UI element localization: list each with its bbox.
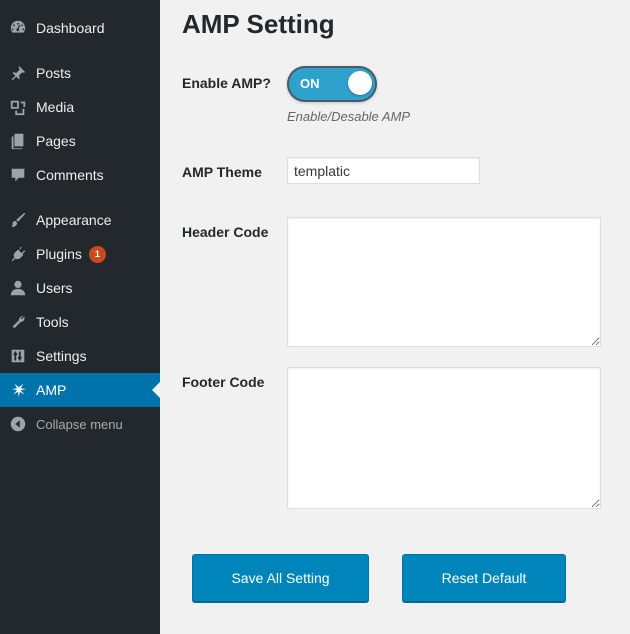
footer-code-label: Footer Code: [182, 374, 265, 390]
enable-amp-label: Enable AMP?: [182, 75, 271, 91]
toggle-knob: [348, 71, 372, 95]
amp-icon: [0, 381, 36, 399]
sidebar-item-users[interactable]: Users: [0, 271, 160, 305]
pages-icon: [0, 132, 36, 150]
sidebar-item-media[interactable]: Media: [0, 90, 160, 124]
sidebar-item-label: Users: [36, 280, 73, 296]
sidebar-item-label: Plugins: [36, 246, 82, 262]
sidebar-item-settings[interactable]: Settings: [0, 339, 160, 373]
save-all-setting-button[interactable]: Save All Setting: [192, 554, 369, 602]
update-count-badge: 1: [88, 245, 106, 263]
sidebar-item-label: Settings: [36, 348, 87, 364]
collapse-arrow-icon: [0, 415, 36, 433]
user-icon: [0, 279, 36, 297]
sidebar-item-label: AMP: [36, 382, 67, 398]
active-indicator: [152, 382, 160, 398]
page-title: AMP Setting: [182, 9, 335, 39]
sidebar-item-appearance[interactable]: Appearance: [0, 203, 160, 237]
dashboard-icon: [0, 19, 36, 37]
header-code-textarea[interactable]: [287, 217, 601, 347]
sidebar-item-comments[interactable]: Comments: [0, 158, 160, 192]
sidebar-item-plugins[interactable]: Plugins 1: [0, 237, 160, 271]
reset-default-button[interactable]: Reset Default: [402, 554, 566, 602]
comment-icon: [0, 166, 36, 184]
toggle-state-label: ON: [300, 76, 320, 91]
enable-amp-hint: Enable/Desable AMP: [287, 109, 411, 124]
footer-code-textarea[interactable]: [287, 367, 601, 509]
collapse-menu-label: Collapse menu: [36, 416, 123, 432]
amp-theme-input[interactable]: [287, 157, 480, 184]
sidebar-item-label: Pages: [36, 133, 76, 149]
plug-icon: [0, 245, 36, 263]
media-icon: [0, 98, 36, 116]
pin-icon: [0, 64, 36, 82]
wrench-icon: [0, 313, 36, 331]
sidebar-item-posts[interactable]: Posts: [0, 56, 160, 90]
sidebar-item-label: Tools: [36, 314, 69, 330]
sidebar-item-pages[interactable]: Pages: [0, 124, 160, 158]
enable-amp-toggle[interactable]: ON: [287, 66, 377, 102]
main-content: AMP Setting Enable AMP? ON Enable/Desabl…: [160, 0, 630, 634]
sidebar-item-dashboard[interactable]: Dashboard: [0, 11, 160, 45]
collapse-menu-button[interactable]: Collapse menu: [0, 407, 160, 441]
sliders-icon: [0, 347, 36, 365]
sidebar-item-label: Dashboard: [36, 20, 105, 36]
amp-theme-label: AMP Theme: [182, 164, 262, 180]
sidebar-item-label: Posts: [36, 65, 72, 81]
sidebar-item-tools[interactable]: Tools: [0, 305, 160, 339]
brush-icon: [0, 211, 36, 229]
sidebar-item-label: Comments: [36, 167, 104, 183]
sidebar-item-label: Media: [36, 99, 75, 115]
sidebar-item-label: Appearance: [36, 212, 112, 228]
header-code-label: Header Code: [182, 224, 269, 240]
admin-sidebar: Dashboard Posts Media Pages Comments App…: [0, 0, 160, 634]
sidebar-item-amp[interactable]: AMP: [0, 373, 160, 407]
